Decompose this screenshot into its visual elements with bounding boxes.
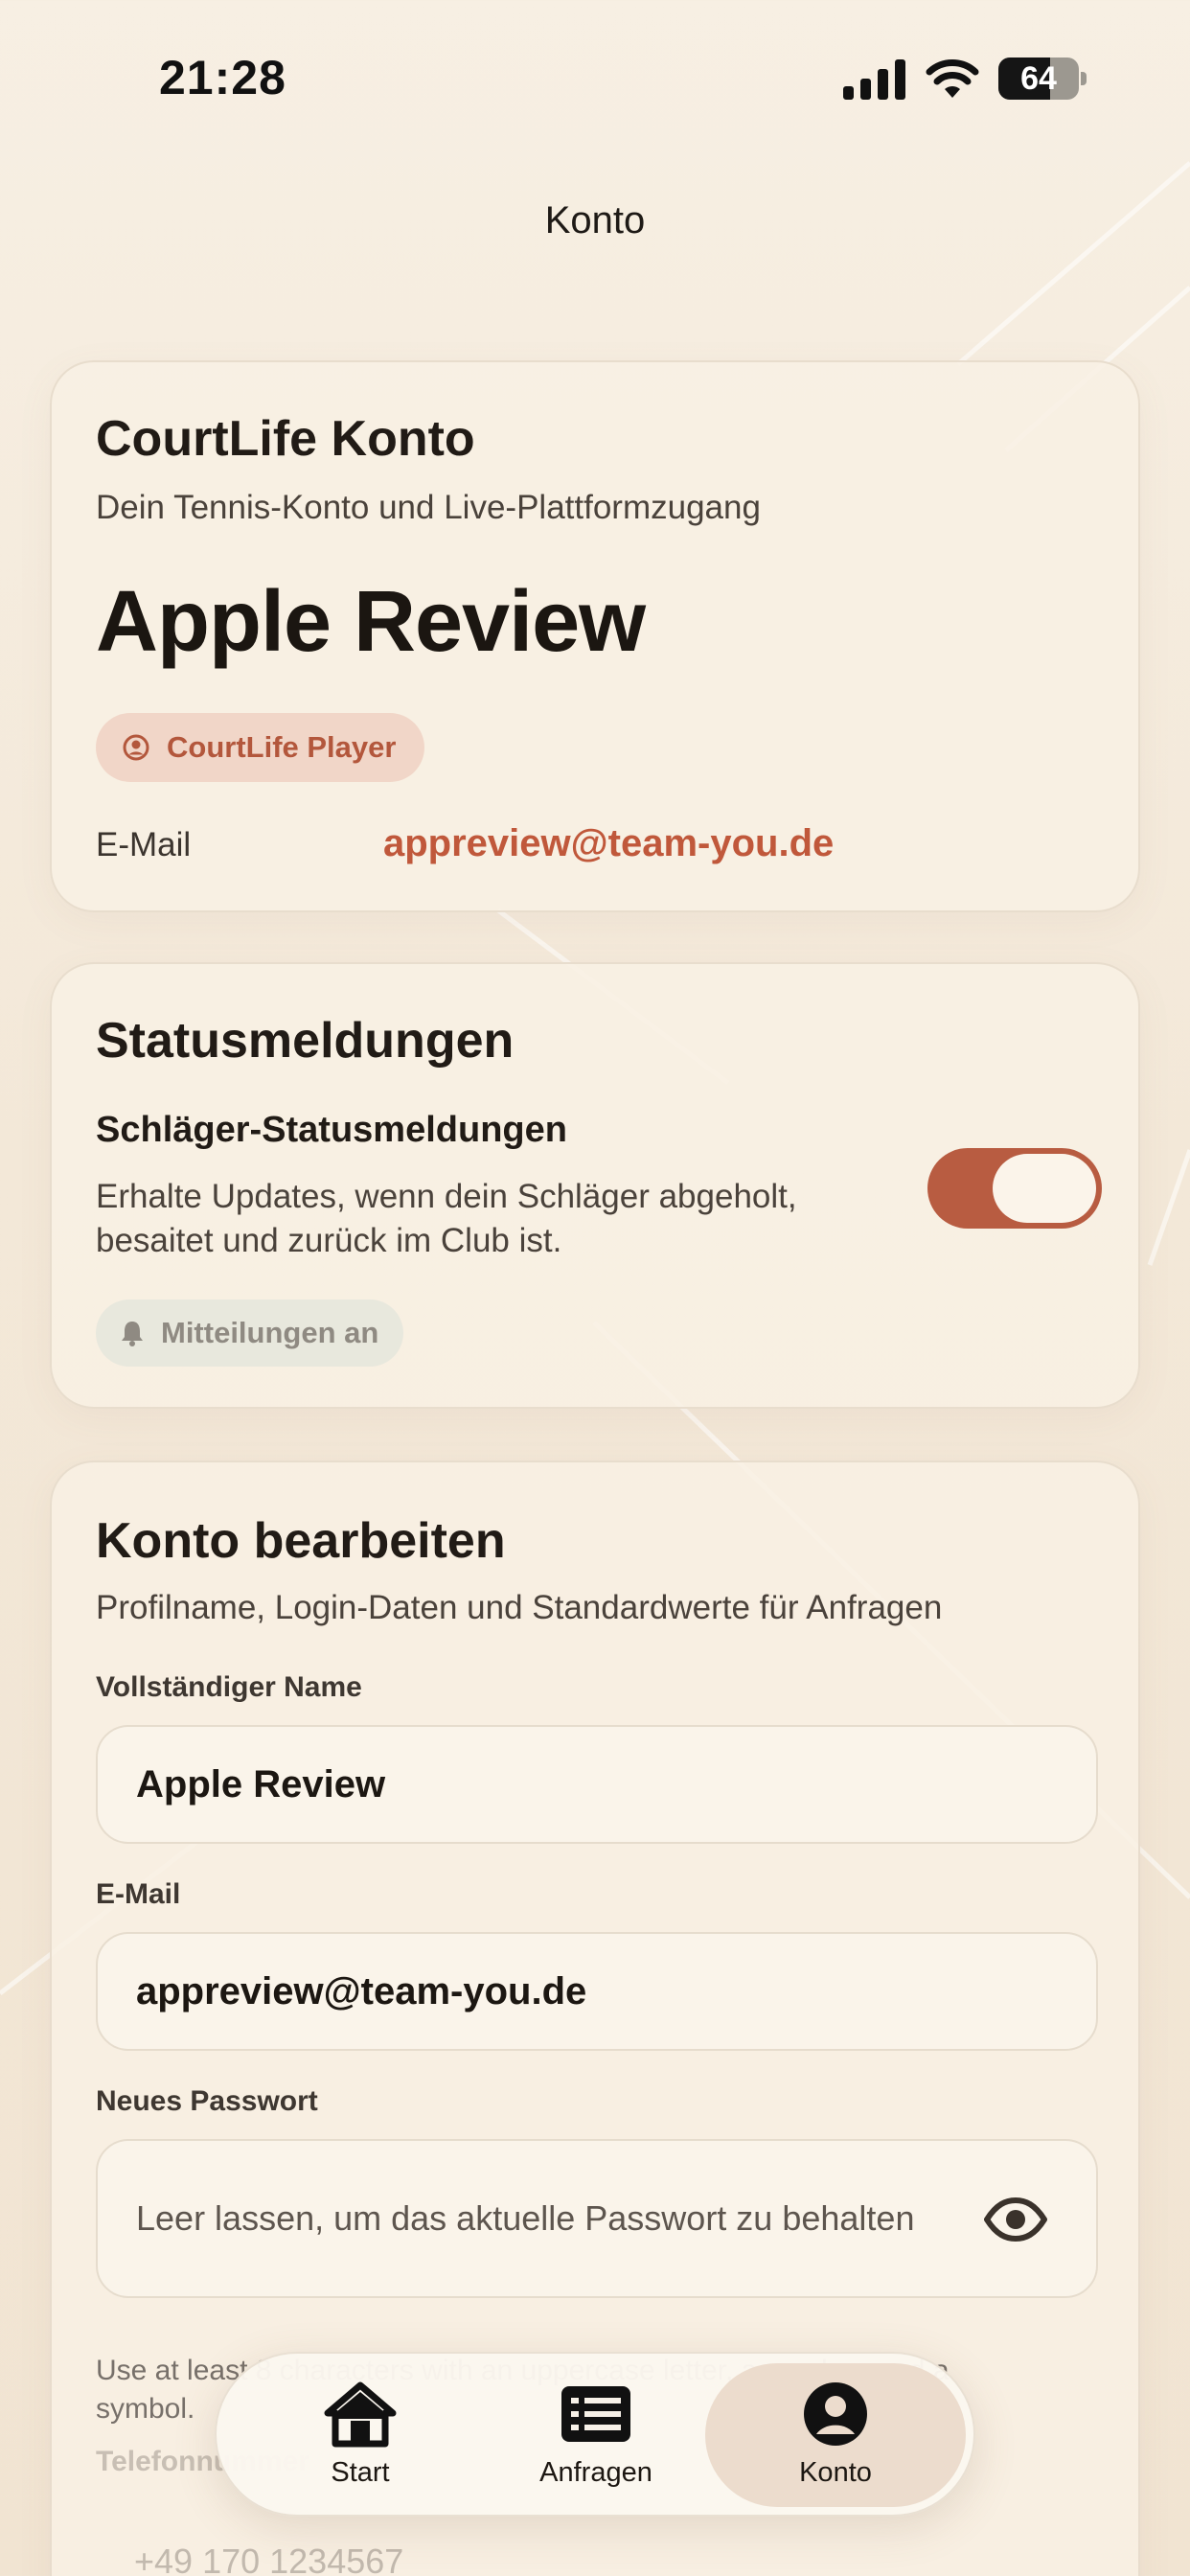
account-icon [804,2382,867,2446]
edit-card-title: Konto bearbeiten [96,1513,506,1569]
email-value[interactable]: appreview@team-you.de [383,822,834,865]
battery-level: 64 [1020,60,1057,97]
account-card-title: CourtLife Konto [96,411,475,467]
home-icon [324,2381,397,2448]
toggle-knob [993,1154,1096,1223]
status-card-title: Statusmeldungen [96,1013,515,1069]
status-bar: 21:28 64 [0,0,1190,153]
edit-card-subtitle: Profilname, Login-Daten und Standardwert… [96,1589,943,1626]
status-time: 21:28 [159,51,286,104]
full-name-value: Apple Review [136,1763,386,1806]
role-badge: CourtLife Player [96,713,425,782]
list-icon [561,2386,630,2442]
tab-konto[interactable]: Konto [740,2354,931,2518]
tab-start-label: Start [331,2457,390,2488]
account-card-subtitle: Dein Tennis-Konto und Live-Plattformzuga… [96,489,761,526]
email-field-value: appreview@team-you.de [136,1970,587,2012]
status-notifications-card: Statusmeldungen Schläger-Statusmeldungen… [50,962,1140,1409]
full-name-label: Vollständiger Name [96,1671,362,1703]
battery-indicator: 64 [998,58,1087,100]
email-field[interactable]: appreview@team-you.de [96,1932,1098,2051]
account-card: CourtLife Konto Dein Tennis-Konto und Li… [50,360,1140,912]
wifi-icon [926,59,979,98]
new-password-field[interactable]: Leer lassen, um das aktuelle Passwort zu… [96,2139,1098,2298]
tab-anfragen[interactable]: Anfragen [500,2354,692,2518]
display-name: Apple Review [96,574,646,670]
tab-anfragen-label: Anfragen [539,2457,652,2488]
new-password-label: Neues Passwort [96,2085,318,2117]
full-name-field[interactable]: Apple Review [96,1725,1098,1844]
page-title: Konto [544,199,646,242]
notifications-status-label: Mitteilungen an [161,1316,379,1349]
tab-start[interactable]: Start [264,2354,456,2518]
email-label: E-Mail [96,826,192,863]
email-field-label: E-Mail [96,1878,181,1910]
role-badge-label: CourtLife Player [167,730,397,764]
user-circle-icon [123,734,149,761]
phone-field[interactable]: +49 170 1234567 [134,2542,403,2576]
eye-icon[interactable] [983,2196,1048,2242]
racket-status-label: Schläger-Statusmeldungen [96,1110,567,1150]
bell-icon [122,1322,143,1346]
racket-status-toggle[interactable] [927,1148,1102,1229]
tab-konto-label: Konto [799,2457,872,2488]
cellular-signal-icon [843,59,905,100]
notifications-status-badge: Mitteilungen an [96,1300,404,1367]
tab-bar: Start Anfragen Konto [215,2352,975,2517]
new-password-placeholder: Leer lassen, um das aktuelle Passwort zu… [136,2198,915,2238]
racket-status-description: Erhalte Updates, wenn dein Schläger abge… [96,1178,797,1259]
